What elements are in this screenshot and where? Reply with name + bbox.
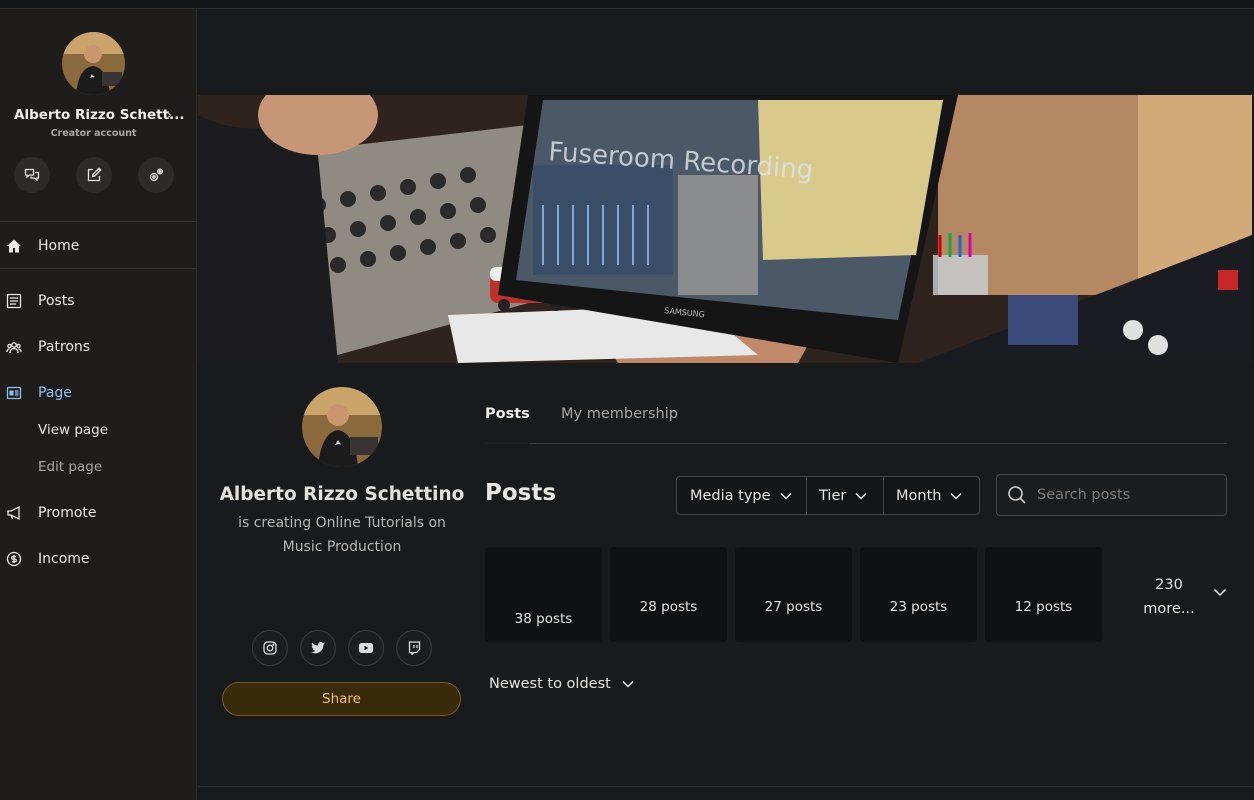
home-icon <box>7 239 21 253</box>
filter-group: Media type Tier Month <box>676 476 980 515</box>
card-count: 38 posts <box>514 611 573 627</box>
sidebar-item-view-page[interactable]: View page <box>38 422 108 438</box>
social-links <box>252 630 434 666</box>
month-filter[interactable]: Month <box>896 477 962 514</box>
nav-label: Patrons <box>38 339 91 355</box>
messages-button[interactable] <box>14 157 50 193</box>
nav-label: Promote <box>38 505 97 521</box>
twitch-link[interactable] <box>396 630 432 666</box>
post-collection-card[interactable]: 12 posts <box>985 547 1102 642</box>
post-collection-card[interactable]: 27 posts <box>735 547 852 642</box>
chevron-down-icon <box>780 492 792 500</box>
twitter-icon <box>311 642 325 654</box>
posts-heading: Posts <box>485 480 557 506</box>
divider <box>0 221 197 222</box>
chevron-down-icon <box>622 680 634 688</box>
twitter-link[interactable] <box>300 630 336 666</box>
divider <box>806 477 807 514</box>
more-count: 230 <box>1155 577 1183 593</box>
media-type-filter[interactable]: Media type <box>690 477 792 514</box>
instagram-link[interactable] <box>252 630 288 666</box>
posts-icon <box>6 293 22 309</box>
more-collections-button[interactable]: 230 more... <box>1130 573 1208 621</box>
nav-label: Income <box>38 551 90 567</box>
sidebar-profile-name[interactable]: Alberto Rizzo Schett... › <box>14 107 184 123</box>
divider <box>0 268 197 269</box>
sidebar-item-page[interactable]: Page <box>0 375 197 411</box>
instagram-icon <box>263 641 277 655</box>
megaphone-icon <box>7 505 20 521</box>
nav-label: Home <box>38 238 80 254</box>
patrons-icon <box>6 342 22 354</box>
create-post-button[interactable] <box>76 157 112 193</box>
profile-avatar <box>302 387 382 467</box>
page-icon <box>6 386 22 400</box>
sidebar-item-income[interactable]: Income <box>0 541 197 577</box>
edit-icon <box>87 167 102 182</box>
chat-bubbles-icon <box>24 168 40 182</box>
tab-my-membership[interactable]: My membership <box>561 406 678 422</box>
youtube-icon <box>359 643 373 653</box>
search-box <box>996 474 1227 516</box>
tier-filter[interactable]: Tier <box>819 477 867 514</box>
divider <box>883 477 884 514</box>
filter-label: Month <box>896 487 942 504</box>
creator-name: Alberto Rizzo Schettino <box>219 484 465 505</box>
chevron-down-icon[interactable] <box>1213 588 1227 597</box>
sort-dropdown[interactable]: Newest to oldest <box>489 676 634 692</box>
card-count: 27 posts <box>764 599 823 615</box>
profile-name-text: Alberto Rizzo Schett... <box>14 107 185 123</box>
search-icon <box>1008 486 1026 504</box>
post-collection-card[interactable]: 23 posts <box>860 547 977 642</box>
tabs-divider <box>485 443 1227 444</box>
sidebar-item-patrons[interactable]: Patrons <box>0 329 197 365</box>
youtube-link[interactable] <box>348 630 384 666</box>
nav-label: Posts <box>38 293 75 309</box>
sidebar: Alberto Rizzo Schett... › Creator accoun… <box>0 9 197 800</box>
filter-label: Tier <box>819 487 847 504</box>
twitch-icon <box>408 641 420 655</box>
search-input[interactable] <box>1037 485 1217 505</box>
creator-description: is creating Online Tutorials on Music Pr… <box>238 515 446 555</box>
settings-button[interactable] <box>138 157 174 193</box>
chevron-right-icon: › <box>166 107 172 123</box>
chevron-down-icon <box>855 492 867 500</box>
sidebar-item-promote[interactable]: Promote <box>0 495 197 531</box>
dollar-icon <box>6 551 22 567</box>
divider <box>198 786 1254 787</box>
tab-posts[interactable]: Posts <box>485 406 530 422</box>
quick-actions <box>14 157 174 193</box>
share-button[interactable]: Share <box>222 682 461 716</box>
filter-label: Media type <box>690 487 771 504</box>
cover-banner: Fuseroom Recording SAMSUNG <box>198 95 1252 363</box>
tab-active-indicator <box>485 442 529 444</box>
sort-label: Newest to oldest <box>489 676 611 692</box>
chevron-down-icon <box>950 492 962 500</box>
sidebar-item-home[interactable]: Home <box>0 228 197 264</box>
window-top-bar <box>0 0 1254 9</box>
card-count: 28 posts <box>639 599 698 615</box>
account-type-label: Creator account <box>50 128 137 139</box>
sidebar-item-posts[interactable]: Posts <box>0 283 197 319</box>
settings-gear-icon <box>149 168 163 182</box>
sidebar-item-edit-page[interactable]: Edit page <box>38 459 102 475</box>
card-count: 23 posts <box>889 599 948 615</box>
avatar[interactable] <box>62 32 125 95</box>
post-collection-card[interactable]: 28 posts <box>610 547 727 642</box>
more-label: more... <box>1143 601 1195 617</box>
nav-label: Page <box>38 385 72 401</box>
card-count: 12 posts <box>1014 599 1073 615</box>
post-collection-card[interactable]: 38 posts <box>485 547 602 642</box>
